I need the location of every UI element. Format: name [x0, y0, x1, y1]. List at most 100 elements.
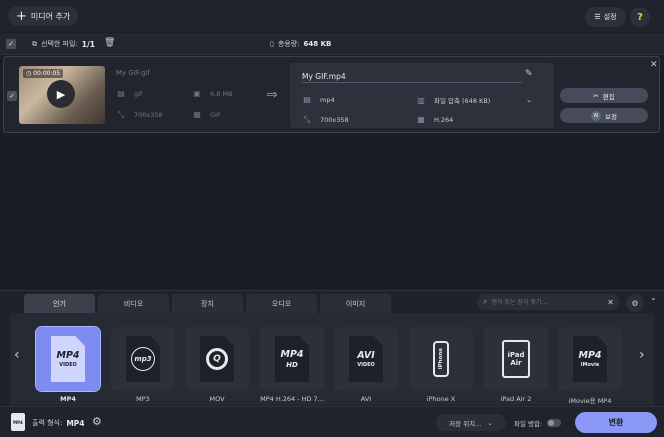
gear-icon: ⚙ — [92, 415, 102, 428]
codec-icon: ▦ — [417, 115, 425, 124]
enhance-button[interactable]: AI 보정 — [560, 108, 648, 123]
file-row: ✓ ◷ 00:00:05 ▶ My GIF.gif ▤ gif ▣ 6.8 MB… — [3, 56, 660, 133]
selected-files: ⧉ 선택한 파일: 1/1 — [32, 39, 95, 49]
merge-label: 파일 병합: — [514, 420, 543, 428]
source-codec-value: GIF — [210, 110, 221, 119]
chevron-down-icon: ⌄ — [487, 418, 493, 427]
source-codec: ▦ GIF — [192, 110, 221, 119]
convert-arrow-icon: ⇒ — [266, 87, 278, 103]
target-filename[interactable]: My GIF.mp4 — [302, 72, 346, 81]
scroll-left-button[interactable]: ‹ — [14, 347, 20, 363]
output-value: MP4 — [66, 418, 85, 428]
format-label: MP4 H.264 - HD 7... — [260, 395, 324, 403]
imovie-icon: MP4 iMovie — [573, 336, 607, 382]
tab-video[interactable]: 비디오 — [98, 294, 169, 314]
codec-icon: ▦ — [193, 110, 201, 119]
remove-file-button[interactable]: ✕ — [650, 60, 658, 70]
edit-label: 편집 — [602, 92, 615, 101]
video-thumbnail[interactable]: ◷ 00:00:05 ▶ — [19, 66, 105, 124]
chevron-left-icon: ‹ — [14, 347, 20, 363]
film-icon: ▤ — [117, 89, 125, 98]
clear-search-icon[interactable]: ✕ — [607, 298, 614, 307]
enhance-label: 보정 — [605, 112, 617, 121]
format-search-input[interactable] — [491, 298, 604, 306]
chevron-down-icon: ⌄ — [650, 293, 657, 302]
total-label: 총용량: — [277, 40, 300, 48]
source-resolution: ⤡ 700x358 — [116, 110, 163, 120]
format-iphone-x[interactable]: iPhone — [409, 327, 473, 391]
save-location-select[interactable]: 저장 위치... ⌄ — [436, 414, 506, 431]
format-label: iMovie용 MP4 — [568, 397, 612, 405]
source-size: ▣ 6.8 MB — [192, 89, 232, 98]
compression-select[interactable]: ▥ 파일 압축 (648 KB) — [416, 95, 491, 106]
format-tabs: 인기 비디오 장치 오디오 이미지 — [24, 294, 391, 314]
format-icon-text: MP4 — [56, 350, 80, 361]
output-format: 출력 형식: MP4 — [32, 418, 85, 428]
selected-label: 선택한 파일: — [41, 40, 78, 48]
convert-button[interactable]: 변환 — [575, 412, 657, 433]
format-icon-text: AVI — [357, 350, 375, 361]
format-label: AVI — [360, 395, 372, 403]
total-size: ▯ 총용량: 648 KB — [270, 39, 331, 49]
chevron-down-icon[interactable]: ⌄ — [526, 96, 532, 104]
format-icon-text: iPad — [507, 351, 525, 359]
mp3-icon: mp3 — [126, 336, 160, 382]
format-icon-text: iPhone — [438, 348, 444, 370]
selection-bar: ✓ ⧉ 선택한 파일: 1/1 🗑 ▯ 총용량: 648 KB — [0, 33, 664, 55]
search-icon: ⌕ — [483, 297, 488, 306]
compress-icon: ▥ — [417, 95, 425, 105]
top-toolbar: + 미디어 추가 ☰ 설정 ? — [0, 0, 664, 32]
file-list-area — [0, 134, 664, 290]
source-filename: My GIF.gif — [116, 69, 150, 77]
tab-popular[interactable]: 인기 — [24, 294, 95, 314]
edit-button[interactable]: ✂ 편집 — [560, 88, 648, 103]
format-ipad-air-2[interactable]: iPad Air — [484, 327, 548, 391]
output-label: 출력 형식: — [32, 419, 63, 427]
target-codec-value: H.264 — [434, 115, 454, 124]
compression-value: 파일 압축 (648 KB) — [434, 97, 491, 105]
settings-label: 설정 — [603, 13, 617, 21]
play-icon: ▶ — [56, 87, 66, 101]
gear-icon: ⚙ — [631, 298, 639, 308]
select-all-checkbox[interactable]: ✓ — [6, 39, 16, 49]
tab-audio[interactable]: 오디오 — [246, 294, 317, 314]
quicktime-icon: Q — [200, 336, 234, 382]
tab-images[interactable]: 이미지 — [320, 294, 391, 314]
mp4-hd-icon: MP4 HD — [275, 336, 309, 382]
format-icon-sub: VIDEO — [357, 362, 375, 368]
ipad-icon: iPad Air — [502, 340, 530, 378]
collapse-panel-button[interactable]: ⌄ — [650, 293, 657, 302]
format-mp3[interactable]: mp3 — [111, 327, 175, 391]
play-button[interactable]: ▶ — [47, 80, 75, 108]
duration-badge: ◷ 00:00:05 — [23, 69, 64, 78]
file-checkbox[interactable]: ✓ — [7, 91, 17, 101]
filename-underline — [302, 82, 522, 83]
merge-files: 파일 병합: — [514, 418, 562, 428]
target-resolution-value: 700x358 — [320, 116, 349, 124]
help-button[interactable]: ? — [630, 7, 650, 27]
format-mp4[interactable]: MP4 VIDEO — [35, 326, 101, 392]
merge-toggle[interactable] — [547, 419, 562, 427]
settings-button[interactable]: ☰ 설정 — [585, 7, 626, 27]
format-icon-text: MP4 — [280, 349, 304, 360]
format-icon-sub: Air — [510, 359, 522, 367]
format-panel: 인기 비디오 장치 오디오 이미지 ⌕ ✕ ⚙ ⌄ ‹ MP4 VIDEO MP… — [0, 290, 664, 406]
tab-devices[interactable]: 장치 — [172, 294, 243, 314]
scissors-icon: ✂ — [593, 91, 599, 100]
format-settings-button[interactable]: ⚙ — [626, 294, 644, 312]
file-icon: ▯ — [270, 40, 274, 48]
scroll-right-button[interactable]: › — [639, 347, 645, 363]
save-location-label: 저장 위치... — [449, 419, 482, 428]
output-settings-button[interactable]: ⚙ — [92, 415, 102, 428]
target-resolution: ⤡ 700x358 — [302, 115, 349, 125]
format-mov[interactable]: Q — [185, 327, 249, 391]
rename-button[interactable]: ✎ — [525, 69, 533, 79]
target-codec: ▦ H.264 — [416, 115, 453, 124]
format-avi[interactable]: AVI VIDEO — [334, 327, 398, 391]
delete-button[interactable]: 🗑 — [104, 38, 116, 50]
close-icon: ✕ — [650, 60, 658, 70]
resize-icon: ⤡ — [117, 110, 125, 119]
format-mp4-hd[interactable]: MP4 HD — [260, 327, 324, 391]
add-media-button[interactable]: + 미디어 추가 — [8, 6, 79, 26]
format-imovie-mp4[interactable]: MP4 iMovie — [558, 327, 622, 391]
